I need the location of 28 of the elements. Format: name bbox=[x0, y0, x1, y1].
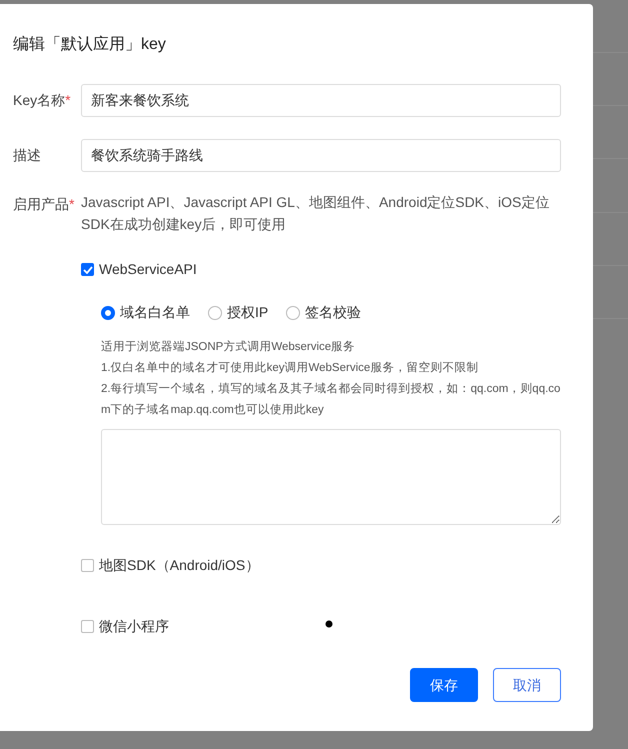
input-field[interactable]: 新客来餐饮系统 bbox=[81, 84, 561, 117]
save-button[interactable]: 保存 bbox=[410, 668, 478, 702]
product-note: Javascript API、Javascript API GL、地图组件、Android定位SDK、iOS定位SDK在成功创建key后，即可使用 bbox=[81, 193, 550, 234]
radio-label: 签名校验 bbox=[305, 303, 362, 322]
field-label: 描述 bbox=[13, 147, 41, 163]
radio-button[interactable] bbox=[101, 306, 115, 320]
cancel-button[interactable]: 取消 bbox=[493, 668, 561, 702]
radio-label: 授权IP bbox=[227, 303, 268, 322]
help-text: 2.每行填写一个域名，填写的域名及其子域名都会同时得到授权，如：qq.com，则qq.com下的子域名map.qq.com也可以使用此key bbox=[101, 382, 562, 418]
checkbox[interactable] bbox=[81, 620, 94, 633]
cursor-dot bbox=[325, 620, 333, 628]
required-mark: * bbox=[69, 196, 74, 212]
radio-button[interactable] bbox=[286, 306, 300, 320]
dialog-title: 编辑「默认应用」key bbox=[13, 34, 167, 55]
field-label: Key名称 bbox=[13, 92, 66, 108]
radio-button[interactable] bbox=[208, 306, 222, 320]
checkbox-label: 微信小程序 bbox=[99, 617, 169, 636]
text-area[interactable] bbox=[101, 429, 561, 525]
checkbox[interactable] bbox=[81, 559, 94, 572]
field-label: 启用产品 bbox=[13, 196, 69, 212]
checkbox[interactable] bbox=[81, 263, 94, 276]
help-text: 1.仅白名单中的域名才可使用此key调用WebService服务，留空则不限制 bbox=[101, 360, 480, 376]
radio-label: 域名白名单 bbox=[120, 303, 190, 322]
checkbox-label: 地图SDK（Android/iOS） bbox=[99, 556, 260, 575]
help-text: 适用于浏览器端JSONP方式调用Webservice服务 bbox=[101, 339, 356, 355]
checkbox-label: WebServiceAPI bbox=[99, 260, 197, 279]
required-mark: * bbox=[65, 92, 71, 108]
input-field[interactable]: 餐饮系统骑手路线 bbox=[81, 139, 561, 172]
